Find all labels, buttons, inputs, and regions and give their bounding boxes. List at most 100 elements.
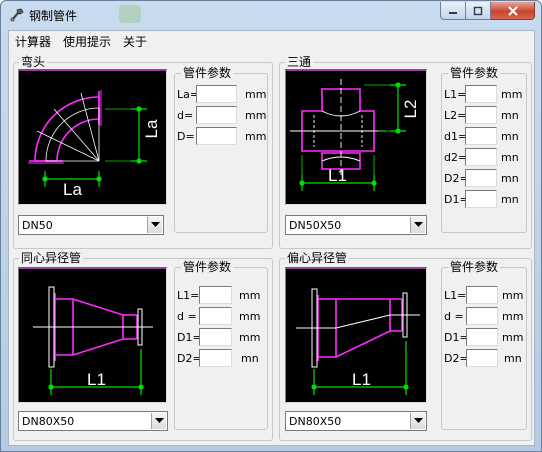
tee-size-select[interactable]: DN50X50	[285, 215, 427, 235]
maximize-icon	[473, 6, 483, 15]
window-title: 钢制管件	[29, 9, 78, 23]
concentric-l1-unit: mm	[239, 289, 261, 302]
client-area: 计算器 使用提示 关于 弯头 La La DN50 管件参数 La= mm d=…	[8, 30, 535, 446]
elbow-params: 管件参数 La= mm d= mm D= mm	[174, 66, 268, 233]
elbow-bigd-input[interactable]	[196, 127, 237, 145]
tee-bigd1-input[interactable]	[465, 190, 497, 208]
concentric-group-title: 同心异径管	[19, 251, 84, 265]
chevron-down-icon[interactable]	[410, 413, 425, 429]
elbow-la-unit: mm	[245, 88, 267, 101]
eccentric-group: 偏心异径管 L1 DN80X50 管件参数 L1= mm d = mm D1= …	[279, 251, 532, 441]
title-bar[interactable]: 钢制管件	[1, 1, 541, 29]
concentric-diagram: L1	[18, 267, 167, 403]
eccentric-diagram: L1	[285, 267, 427, 403]
tee-l2-input[interactable]	[465, 106, 497, 124]
eccentric-l1-input[interactable]	[466, 286, 498, 304]
elbow-bigd-unit: mm	[245, 130, 267, 143]
minimize-button[interactable]	[440, 2, 466, 20]
menu-about[interactable]: 关于	[117, 31, 153, 50]
chevron-down-icon[interactable]	[147, 217, 162, 233]
tee-l1-input[interactable]	[465, 85, 497, 103]
eccentric-d1-unit: mm	[502, 331, 524, 344]
eccentric-field-label: D2=	[444, 352, 469, 365]
concentric-d2-unit: mn	[241, 352, 259, 365]
eccentric-params-title: 管件参数	[448, 260, 501, 274]
elbow-field-label: D=	[177, 130, 195, 143]
elbow-size-value: DN50	[22, 219, 53, 232]
eccentric-d2-unit: mn	[504, 352, 522, 365]
concentric-field-label: D1=	[177, 331, 202, 344]
menu-usage-tips[interactable]: 使用提示	[57, 31, 117, 50]
maximize-button[interactable]	[466, 2, 491, 20]
chevron-down-icon[interactable]	[410, 217, 425, 233]
tee-bigd2-input[interactable]	[465, 169, 497, 187]
eccentric-field-label: D1=	[444, 331, 469, 344]
menu-calculator[interactable]: 计算器	[9, 31, 57, 50]
tee-d2-input[interactable]	[465, 148, 497, 166]
concentric-size-select[interactable]: DN80X50	[18, 411, 168, 431]
tee-group: 三通 L1 L2 DN50X50 管件参数 L1= mm L2= mn d1= …	[279, 55, 532, 249]
concentric-d2-input[interactable]	[199, 349, 232, 367]
concentric-dim-l1: L1	[87, 370, 106, 389]
elbow-dim-la-vertical: La	[142, 119, 161, 138]
pipe-wrench-icon	[10, 8, 24, 22]
concentric-l1-input[interactable]	[199, 286, 232, 304]
tee-dim-l1: L1	[328, 166, 347, 185]
elbow-group-title: 弯头	[19, 55, 48, 69]
tee-bigd2-unit: mn	[501, 172, 519, 185]
elbow-size-select[interactable]: DN50	[18, 215, 164, 235]
eccentric-field-label: L1=	[444, 289, 467, 302]
eccentric-l1-unit: mm	[502, 289, 524, 302]
concentric-params-title: 管件参数	[181, 260, 234, 274]
concentric-d-input[interactable]	[199, 307, 232, 325]
tee-field-label: L1=	[444, 88, 467, 101]
chevron-down-icon[interactable]	[151, 413, 166, 429]
elbow-dim-la-horizontal: La	[63, 180, 82, 199]
tee-size-value: DN50X50	[289, 219, 342, 232]
tee-field-label: d1=	[444, 130, 468, 143]
tee-bigd1-unit: mn	[501, 193, 519, 206]
concentric-group: 同心异径管 L1 DN80X50 管件参数 L1= mm d = mm D1= …	[13, 251, 273, 441]
eccentric-size-select[interactable]: DN80X50	[285, 411, 427, 431]
minimize-icon	[449, 11, 457, 14]
concentric-size-value: DN80X50	[22, 415, 75, 428]
tee-l1-unit: mm	[501, 88, 523, 101]
concentric-d1-unit: mm	[239, 331, 261, 344]
tee-d1-input[interactable]	[465, 127, 497, 145]
elbow-diagram: La La	[18, 69, 167, 205]
title-glass-decoration	[119, 5, 141, 23]
close-icon	[507, 5, 518, 16]
eccentric-d1-input[interactable]	[466, 328, 498, 346]
tee-d1-unit: mn	[501, 130, 519, 143]
elbow-d-unit: mm	[245, 109, 267, 122]
tee-params: 管件参数 L1= mm L2= mn d1= mn d2= mn D2= mn …	[441, 66, 527, 233]
tee-group-title: 三通	[285, 55, 314, 69]
eccentric-field-label: d =	[444, 310, 464, 323]
eccentric-d-input[interactable]	[466, 307, 498, 325]
close-button[interactable]	[491, 2, 535, 20]
eccentric-size-value: DN80X50	[289, 415, 342, 428]
tee-field-label: L2=	[444, 109, 467, 122]
concentric-d-unit: mm	[239, 310, 261, 323]
tee-diagram: L1 L2	[285, 69, 427, 205]
elbow-field-label: d=	[177, 109, 194, 122]
concentric-field-label: d =	[177, 310, 197, 323]
eccentric-dim-l1: L1	[352, 370, 371, 389]
concentric-params: 管件参数 L1= mm d = mm D1= mm D2= mn	[174, 260, 268, 430]
elbow-params-title: 管件参数	[181, 66, 234, 80]
eccentric-d2-input[interactable]	[466, 349, 498, 367]
elbow-group: 弯头 La La DN50 管件参数 La= mm d= mm D= mm	[13, 55, 273, 249]
tee-dim-l2: L2	[401, 100, 420, 119]
concentric-field-label: L1=	[177, 289, 200, 302]
eccentric-d-unit: mm	[502, 310, 524, 323]
tee-params-title: 管件参数	[448, 66, 501, 80]
tee-field-label: d2=	[444, 151, 468, 164]
concentric-d1-input[interactable]	[199, 328, 232, 346]
elbow-la-input[interactable]	[196, 85, 237, 103]
elbow-d-input[interactable]	[196, 106, 237, 124]
eccentric-group-title: 偏心异径管	[285, 251, 350, 265]
app-window: 钢制管件 计算器 使用提示 关于 弯头 La La DN50 管件参数 La= …	[0, 0, 542, 452]
menu-bar: 计算器 使用提示 关于	[9, 31, 534, 50]
eccentric-params: 管件参数 L1= mm d = mm D1= mm D2= mn	[441, 260, 527, 430]
tee-l2-unit: mn	[501, 109, 519, 122]
